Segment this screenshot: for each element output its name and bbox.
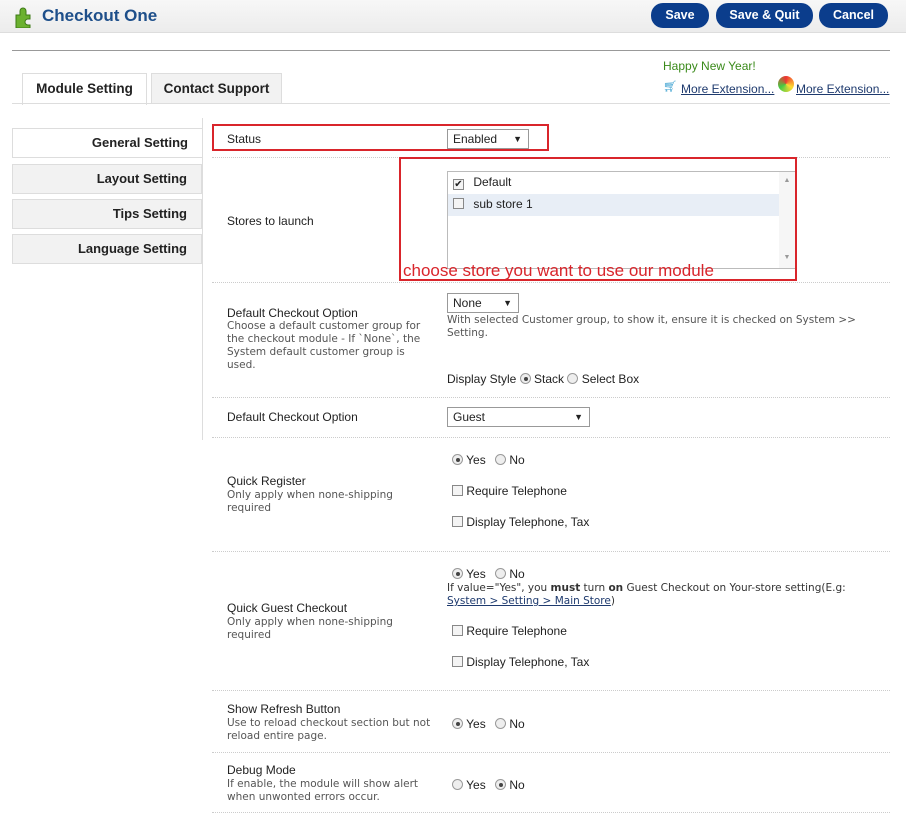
more-extension-link-2[interactable]: More Extension... xyxy=(796,82,889,96)
sidebar-item-general[interactable]: General Setting xyxy=(12,128,202,158)
sidebar-item-layout[interactable]: Layout Setting xyxy=(12,164,202,194)
checkbox[interactable] xyxy=(452,625,463,636)
radio-yes[interactable] xyxy=(452,454,463,465)
default-group-label: Default Checkout Option xyxy=(227,306,358,320)
radio-no[interactable] xyxy=(495,568,507,579)
radio-yes[interactable] xyxy=(452,568,463,579)
tab-module-setting[interactable]: Module Setting xyxy=(22,73,147,105)
checkbox[interactable] xyxy=(452,656,463,667)
save-button[interactable]: Save xyxy=(651,3,709,28)
refresh-label: Show Refresh Button xyxy=(227,702,341,716)
refresh-hint: Use to reload checkout section but not r… xyxy=(227,717,431,742)
settings-link[interactable]: System > Setting > Main Store xyxy=(447,595,611,607)
status-select[interactable]: Enabled ▼ xyxy=(447,129,529,149)
checkbox[interactable] xyxy=(452,485,463,496)
display-style: Display Style Stack Select Box xyxy=(447,372,640,386)
quick-guest-label: Quick Guest Checkout xyxy=(227,601,348,615)
page-title: Checkout One xyxy=(42,6,158,25)
quick-guest-hint: Only apply when none-shipping required xyxy=(227,616,393,641)
status-label: Status xyxy=(227,132,262,146)
sidebar-item-tips[interactable]: Tips Setting xyxy=(12,199,202,229)
radio-yes[interactable] xyxy=(452,779,463,790)
more-extension-link-1[interactable]: More Extension... xyxy=(681,82,774,96)
chevron-down-icon: ▼ xyxy=(513,134,522,144)
cart-icon: 🛒︎ xyxy=(663,81,677,93)
tab-contact-support[interactable]: Contact Support xyxy=(151,73,282,104)
customer-group-select[interactable]: None ▼ xyxy=(447,293,519,313)
brand-logo-icon xyxy=(778,76,794,92)
chevron-down-icon: ▼ xyxy=(503,298,512,308)
annotation-text: choose store you want to use our module xyxy=(403,261,714,280)
stores-label: Stores to launch xyxy=(227,214,314,228)
checkbox[interactable] xyxy=(452,516,463,527)
greeting: Happy New Year! xyxy=(663,59,756,73)
quick-register-label: Quick Register xyxy=(227,474,306,488)
divider xyxy=(12,50,890,51)
save-quit-button[interactable]: Save & Quit xyxy=(716,3,813,28)
sidebar-item-language[interactable]: Language Setting xyxy=(12,234,202,264)
checkout-option-select[interactable]: Guest ▼ xyxy=(447,407,590,427)
debug-label: Debug Mode xyxy=(227,763,296,777)
radio-no[interactable] xyxy=(495,779,507,790)
default-option-label: Default Checkout Option xyxy=(227,410,358,424)
radio-yes[interactable] xyxy=(452,718,463,729)
chevron-down-icon: ▼ xyxy=(574,412,583,422)
puzzle-icon xyxy=(15,7,31,28)
quick-register-hint: Only apply when none-shipping required xyxy=(227,489,393,514)
default-group-hint: Choose a default customer group for the … xyxy=(227,320,421,371)
radio-select-box[interactable] xyxy=(567,373,579,384)
radio-no[interactable] xyxy=(495,718,507,729)
guest-note: If value="Yes", you must turn on Guest C… xyxy=(447,582,846,607)
cancel-button[interactable]: Cancel xyxy=(819,3,888,28)
debug-hint: If enable, the module will show alert wh… xyxy=(227,778,419,803)
radio-stack[interactable] xyxy=(519,373,531,384)
radio-no[interactable] xyxy=(495,454,507,465)
default-group-note: With selected Customer group, to show it… xyxy=(447,314,856,339)
